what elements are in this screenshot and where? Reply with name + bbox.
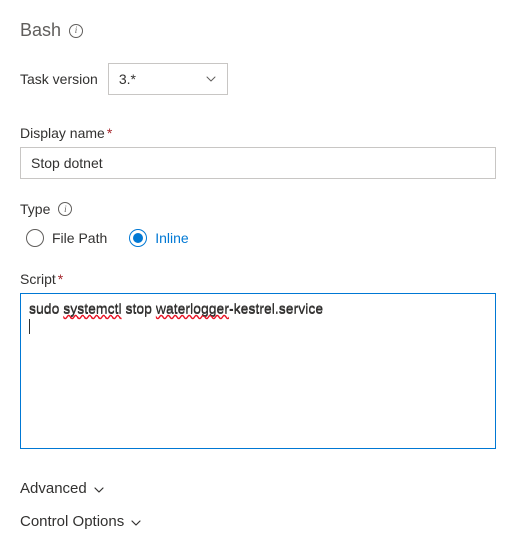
section-control-options-label: Control Options: [20, 513, 124, 530]
task-title: Bash: [20, 20, 61, 41]
text-caret: [29, 319, 30, 334]
chevron-down-icon: [130, 517, 142, 529]
radio-icon: [129, 229, 147, 247]
section-control-options[interactable]: Control Options: [20, 513, 496, 530]
radio-icon: [26, 229, 44, 247]
script-wrap: sudo systemctl stop waterlogger-kestrel.…: [20, 293, 496, 452]
type-option-file-path[interactable]: File Path: [26, 229, 107, 247]
display-name-label: Display name*: [20, 125, 496, 141]
display-name-group: Display name*: [20, 125, 496, 179]
section-advanced[interactable]: Advanced: [20, 480, 496, 497]
script-input[interactable]: [20, 293, 496, 449]
type-label: Type: [20, 201, 50, 217]
task-version-row: Task version 3.*: [20, 63, 496, 95]
required-asterisk: *: [58, 271, 63, 287]
task-title-row: Bash i: [20, 20, 496, 41]
script-label: Script*: [20, 271, 496, 287]
required-asterisk: *: [107, 125, 112, 141]
type-option-inline[interactable]: Inline: [129, 229, 188, 247]
display-name-input[interactable]: [20, 147, 496, 179]
task-version-select[interactable]: 3.*: [108, 63, 228, 95]
script-group: Script* sudo systemctl stop waterlogger-…: [20, 271, 496, 452]
info-icon[interactable]: i: [69, 24, 83, 38]
task-version-label: Task version: [20, 71, 98, 87]
chevron-down-icon: [93, 484, 105, 496]
info-icon[interactable]: i: [58, 202, 72, 216]
type-option-file-path-label: File Path: [52, 230, 107, 246]
chevron-down-icon: [205, 73, 217, 85]
type-option-inline-label: Inline: [155, 230, 188, 246]
type-radio-group: File Path Inline: [20, 229, 496, 247]
section-advanced-label: Advanced: [20, 480, 87, 497]
task-version-value: 3.*: [119, 71, 136, 87]
type-row: Type i: [20, 201, 496, 217]
